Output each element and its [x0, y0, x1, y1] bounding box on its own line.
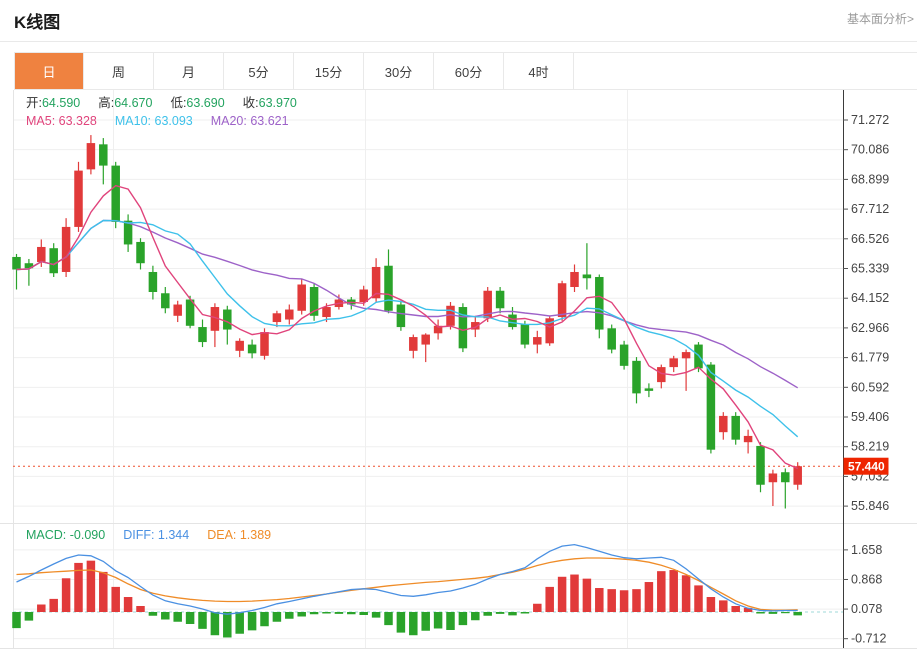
tab-4时[interactable]: 4时 [504, 53, 574, 89]
svg-text:0.078: 0.078 [851, 602, 882, 616]
tab-15分[interactable]: 15分 [294, 53, 364, 89]
macd-legend: MACD: -0.090 DIFF: 1.344 DEA: 1.389 [26, 528, 289, 542]
svg-text:67.712: 67.712 [851, 202, 889, 216]
tab-月[interactable]: 月 [154, 53, 224, 89]
svg-text:65.339: 65.339 [851, 262, 889, 276]
ma-legend: MA5: 63.328 MA10: 63.093 MA20: 63.621 [26, 114, 307, 128]
svg-text:62.966: 62.966 [851, 321, 889, 335]
macd-item-0: MACD: -0.090 [26, 528, 105, 542]
svg-text:71.272: 71.272 [851, 113, 889, 127]
tab-日[interactable]: 日 [14, 53, 84, 89]
ma20-line [17, 221, 798, 388]
timeframe-tab-bar: 日周月5分15分30分60分4时 [14, 52, 917, 90]
svg-text:0.868: 0.868 [851, 572, 882, 586]
svg-text:68.899: 68.899 [851, 172, 889, 186]
grid-lines [13, 90, 843, 648]
svg-text:66.526: 66.526 [851, 232, 889, 246]
tab-5分[interactable]: 5分 [224, 53, 294, 89]
ohlc-legend: 开:64.590 高:64.670 低:63.690 收:63.970 [26, 96, 315, 110]
macd-histogram [12, 561, 802, 638]
svg-text:1.658: 1.658 [851, 543, 882, 557]
ma-item-0: MA5: 63.328 [26, 114, 97, 128]
last-price-badge: 57.440 [844, 458, 889, 475]
kline-widget: K线图 基本面分析> 日周月5分15分30分60分4时 开:64.590高:64… [0, 0, 917, 650]
tab-30分[interactable]: 30分 [364, 53, 434, 89]
ohlc-item-0: 开:64.590 [26, 96, 80, 110]
svg-text:58.219: 58.219 [851, 440, 889, 454]
tab-周[interactable]: 周 [84, 53, 154, 89]
ma5-line [17, 186, 798, 469]
svg-text:70.086: 70.086 [851, 143, 889, 157]
macd-item-1: DIFF: 1.344 [123, 528, 189, 542]
svg-text:55.846: 55.846 [851, 499, 889, 513]
svg-text:60.592: 60.592 [851, 380, 889, 394]
svg-text:57.440: 57.440 [848, 460, 885, 474]
candles [12, 135, 802, 508]
ma-item-2: MA20: 63.621 [211, 114, 289, 128]
ohlc-item-3: 收:63.970 [243, 96, 297, 110]
ma10-line [17, 221, 798, 437]
ohlc-item-1: 高:64.670 [98, 96, 152, 110]
svg-text:-0.712: -0.712 [851, 632, 886, 646]
svg-text:64.152: 64.152 [851, 291, 889, 305]
y-axis-labels: 71.272 70.086 68.899 67.712 66.526 65.339 64.1… [843, 113, 889, 646]
svg-text:61.779: 61.779 [851, 351, 889, 365]
ma-item-1: MA10: 63.093 [115, 114, 193, 128]
ohlc-item-2: 低:63.690 [170, 96, 224, 110]
macd-item-2: DEA: 1.389 [207, 528, 271, 542]
tab-60分[interactable]: 60分 [434, 53, 504, 89]
svg-text:59.406: 59.406 [851, 410, 889, 424]
